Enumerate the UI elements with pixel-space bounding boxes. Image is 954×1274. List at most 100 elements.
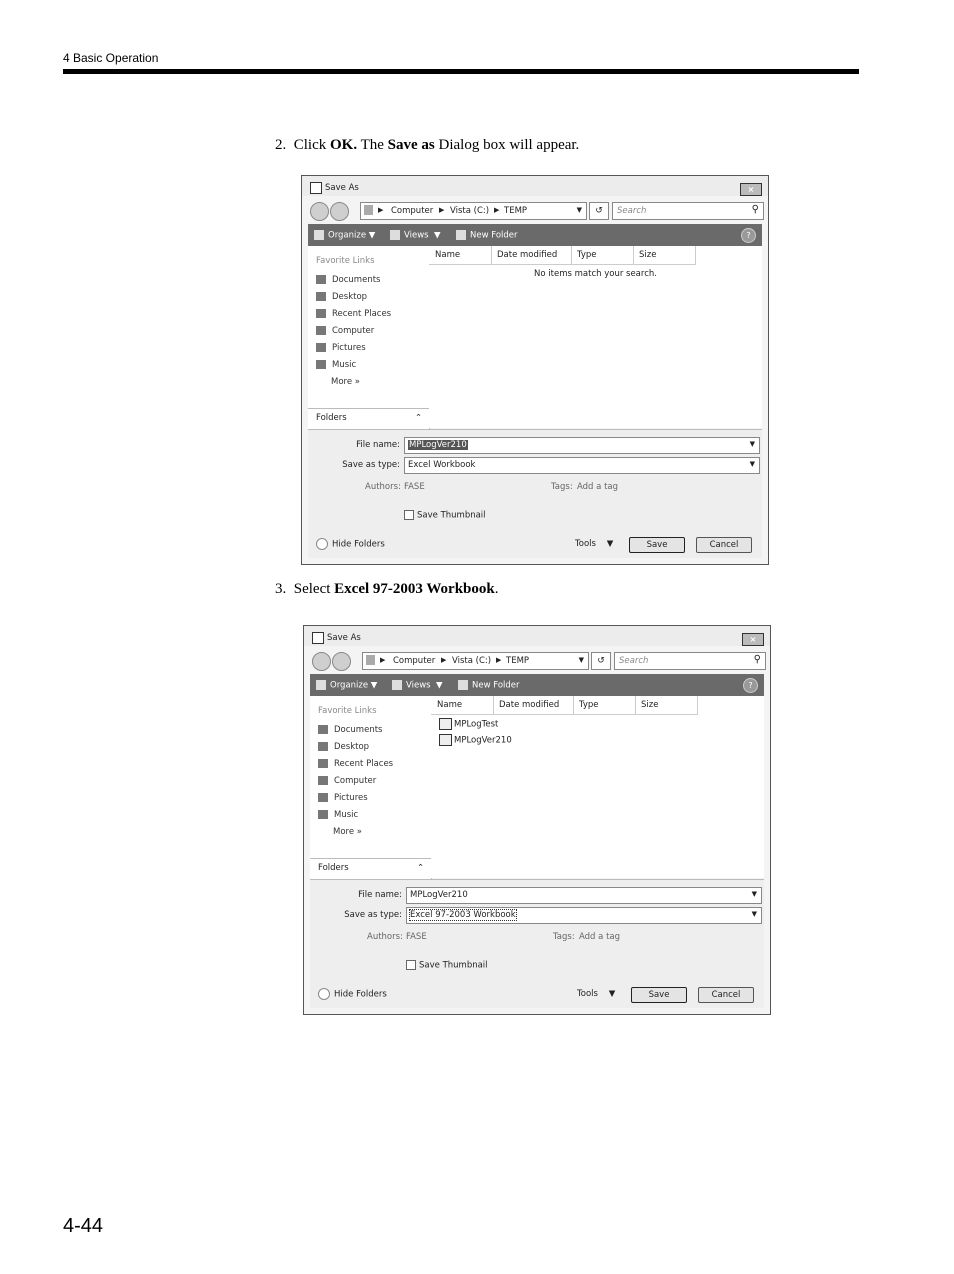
close-button[interactable]: × [742,633,764,646]
save-button[interactable]: Save [631,987,687,1003]
step-2: 2. Click OK. The Save as Dialog box will… [275,137,580,153]
views-button[interactable]: Views ▼ [392,680,443,691]
command-bar: Organize ▼ Views ▼ New Folder ? [308,224,762,246]
file-name-field[interactable]: MPLogVer210 ▼ [404,437,760,454]
tags-value[interactable]: Add a tag [577,482,618,492]
file-list: Name Date modified Type Size No items ma… [429,246,762,428]
new-folder-button[interactable]: New Folder [458,680,520,691]
column-type[interactable]: Type [571,246,634,265]
breadcrumb-vista[interactable]: Vista (C:) [450,206,489,216]
organize-button[interactable]: Organize ▼ [316,680,377,691]
save-as-type-select[interactable]: Excel Workbook ▼ [404,457,760,474]
tools-menu[interactable]: Tools ▼ [575,539,613,549]
save-as-type-label: Save as type: [344,910,402,920]
hide-folders-button[interactable]: Hide Folders [318,988,387,1000]
recent-places-icon [316,309,326,318]
column-date-modified[interactable]: Date modified [493,696,574,715]
save-thumbnail-checkbox[interactable]: Save Thumbnail [404,510,486,521]
refresh-button[interactable]: ↺ [591,652,611,670]
favorite-links-heading: Favorite Links [316,256,375,266]
section-header: 4 Basic Operation [63,51,159,65]
address-dropdown-icon[interactable]: ▼ [579,656,584,664]
link-computer[interactable]: Computer [316,326,374,336]
link-desktop[interactable]: Desktop [318,742,369,752]
recent-places-icon [318,759,328,768]
link-music[interactable]: Music [316,360,356,370]
folders-toggle[interactable]: Folders ⌃ [308,408,429,427]
search-icon[interactable]: ⚲ [754,654,761,665]
tags-value[interactable]: Add a tag [579,932,620,942]
authors-value[interactable]: FASE [404,482,425,492]
link-more[interactable]: More » [333,827,362,837]
tools-menu[interactable]: Tools ▼ [577,989,615,999]
link-documents[interactable]: Documents [316,275,380,285]
navigation-pane: Favorite Links Documents Desktop Recent … [310,696,432,879]
save-thumbnail-checkbox[interactable]: Save Thumbnail [406,960,488,971]
hide-folders-button[interactable]: Hide Folders [316,538,385,550]
cancel-button[interactable]: Cancel [696,537,752,553]
breadcrumb-temp[interactable]: TEMP [506,656,529,666]
forward-button[interactable] [330,202,349,221]
link-computer[interactable]: Computer [318,776,376,786]
computer-icon [316,326,326,335]
link-pictures[interactable]: Pictures [316,343,366,353]
help-icon[interactable]: ? [741,228,756,243]
file-item[interactable]: MPLogTest [439,718,498,730]
search-input[interactable]: Search ⚲ [614,652,766,670]
back-button[interactable] [310,202,329,221]
organize-button[interactable]: Organize ▼ [314,230,375,241]
breadcrumb-vista[interactable]: Vista (C:) [452,656,491,666]
breadcrumb-computer[interactable]: Computer [391,206,433,216]
column-name[interactable]: Name [429,246,492,265]
address-bar[interactable]: ▶ Computer ▶ Vista (C:) ▶ TEMP ▼ [362,652,589,670]
column-type[interactable]: Type [573,696,636,715]
save-options: File name: MPLogVer210 ▼ Save as type: Ex… [310,879,764,1008]
back-button[interactable] [312,652,331,671]
forward-button[interactable] [332,652,351,671]
file-name-label: File name: [358,890,402,900]
close-button[interactable]: × [740,183,762,196]
file-name-field[interactable]: MPLogVer210 ▼ [406,887,762,904]
link-recent-places[interactable]: Recent Places [318,759,393,769]
save-options: File name: MPLogVer210 ▼ Save as type: Ex… [308,429,762,558]
file-name-label: File name: [356,440,400,450]
link-documents[interactable]: Documents [318,725,382,735]
help-icon[interactable]: ? [743,678,758,693]
chevron-down-icon: ▼ [751,910,757,918]
search-icon[interactable]: ⚲ [752,204,759,215]
column-date-modified[interactable]: Date modified [491,246,572,265]
column-name[interactable]: Name [431,696,494,715]
title-bar: Save As × [302,176,768,196]
save-as-type-label: Save as type: [342,460,400,470]
navigation-pane: Favorite Links Documents Desktop Recent … [308,246,430,429]
refresh-button[interactable]: ↺ [589,202,609,220]
search-input[interactable]: Search ⚲ [612,202,764,220]
folder-icon [364,205,373,215]
chevron-down-icon: ▼ [751,890,757,898]
authors-value[interactable]: FASE [406,932,427,942]
breadcrumb-computer[interactable]: Computer [393,656,435,666]
link-music[interactable]: Music [318,810,358,820]
folders-toggle[interactable]: Folders ⌃ [310,858,431,877]
new-folder-icon [458,680,468,690]
file-item[interactable]: MPLogVer210 [439,734,512,746]
save-as-type-select[interactable]: Excel 97-2003 Workbook ▼ [406,907,762,924]
link-pictures[interactable]: Pictures [318,793,368,803]
column-size[interactable]: Size [635,696,698,715]
views-button[interactable]: Views ▼ [390,230,441,241]
link-recent-places[interactable]: Recent Places [316,309,391,319]
link-more[interactable]: More » [331,377,360,387]
address-dropdown-icon[interactable]: ▼ [577,206,582,214]
new-folder-button[interactable]: New Folder [456,230,518,241]
save-button[interactable]: Save [629,537,685,553]
address-bar[interactable]: ▶ Computer ▶ Vista (C:) ▶ TEMP ▼ [360,202,587,220]
link-desktop[interactable]: Desktop [316,292,367,302]
dialog-title: Save As [325,183,359,193]
documents-icon [316,275,326,284]
column-size[interactable]: Size [633,246,696,265]
header-rule [63,69,859,74]
breadcrumb-temp[interactable]: TEMP [504,206,527,216]
organize-icon [314,230,324,240]
cancel-button[interactable]: Cancel [698,987,754,1003]
title-bar: Save As × [304,626,770,646]
